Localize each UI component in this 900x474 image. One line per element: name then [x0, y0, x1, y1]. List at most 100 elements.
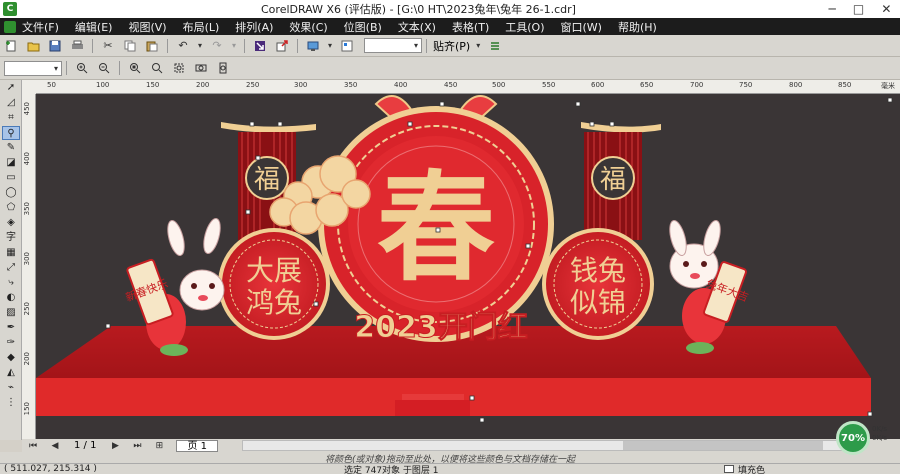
pick-tool-icon[interactable]: ➚	[2, 81, 20, 95]
chevron-down-icon: ▾	[53, 63, 58, 73]
network-speed: 0K/s 0K/s	[872, 425, 887, 443]
ruler-tick: 350	[344, 81, 358, 89]
menu-effects[interactable]: 效果(C)	[289, 19, 327, 35]
ruler-tick: 100	[96, 81, 110, 89]
undo-dropdown-icon[interactable]: ▾	[196, 38, 204, 54]
text-tool-icon[interactable]: 字	[2, 231, 20, 245]
ruler-tick: 250	[246, 81, 260, 89]
copy-icon[interactable]	[121, 38, 139, 54]
coreldraw-app-icon: C	[3, 2, 17, 16]
horizontal-scrollbar[interactable]	[242, 440, 842, 451]
blend-tool-icon[interactable]: ◐	[2, 291, 20, 305]
zoom-to-all-objects-icon[interactable]	[148, 60, 166, 76]
new-document-icon[interactable]	[2, 38, 20, 54]
transparency-tool-icon[interactable]: ▨	[2, 306, 20, 320]
menu-bitmaps[interactable]: 位图(B)	[344, 19, 382, 35]
minimize-button[interactable]: ─	[829, 2, 836, 16]
ruler-tick: 200	[196, 81, 210, 89]
snap-to-button[interactable]: 贴齐(P)	[433, 38, 470, 54]
cut-icon[interactable]: ✂	[99, 38, 117, 54]
basic-shapes-tool-icon[interactable]: ◈	[2, 216, 20, 230]
menu-table[interactable]: 表格(T)	[452, 19, 489, 35]
ruler-corner[interactable]	[22, 80, 36, 94]
fill-tool-icon[interactable]: ◆	[2, 351, 20, 365]
vertical-ruler[interactable]: 450 400 350 300 250 200 150	[22, 94, 36, 439]
page-tab-1[interactable]: 页 1	[176, 439, 218, 452]
zoom-tool-icon[interactable]: ⚲	[2, 126, 20, 140]
maximize-button[interactable]: □	[853, 2, 864, 16]
toolbar-separator	[244, 38, 245, 53]
shape-tool-icon[interactable]: ◿	[2, 96, 20, 110]
print-icon[interactable]	[68, 38, 86, 54]
menu-file[interactable]: 文件(F)	[22, 19, 59, 35]
options-icon[interactable]	[486, 38, 504, 54]
application-launcher-icon[interactable]	[304, 38, 322, 54]
rectangle-tool-icon[interactable]: ▭	[2, 171, 20, 185]
left-circle-text-line2: 鸿兔	[246, 286, 302, 319]
ruler-tick: 250	[23, 302, 31, 316]
menu-window[interactable]: 窗口(W)	[561, 19, 602, 35]
welcome-screen-icon[interactable]	[338, 38, 356, 54]
menu-tools[interactable]: 工具(O)	[505, 19, 544, 35]
main-spring-char: 春	[377, 158, 495, 297]
open-folder-icon[interactable]	[24, 38, 42, 54]
ruler-tick: 150	[23, 402, 31, 416]
toolbar-separator	[92, 38, 93, 53]
ruler-tick: 300	[294, 81, 308, 89]
drawing-canvas[interactable]: 福 福 春 大展 鸿兔 钱兔 似锦 2023开门红 新春快乐 兔年大吉	[36, 94, 900, 439]
ruler-tick: 150	[146, 81, 160, 89]
ruler-tick: 400	[394, 81, 408, 89]
menu-edit[interactable]: 编辑(E)	[75, 19, 113, 35]
standard-toolbar: ✂ ↶ ▾ ↷ ▾ ▾ ▾ 贴齐(P) ▾	[0, 35, 900, 57]
units-select[interactable]: ▾	[4, 60, 62, 76]
zoom-to-page-height-icon[interactable]	[214, 60, 232, 76]
snap-dropdown-icon[interactable]: ▾	[474, 38, 482, 54]
crop-tool-icon[interactable]: ⌗	[2, 111, 20, 125]
toolbar-separator	[119, 61, 120, 75]
horizontal-ruler[interactable]: 50 100 150 200 250 300 350 400 450 500 5…	[36, 80, 900, 94]
zoom-in-icon[interactable]	[73, 60, 91, 76]
export-icon[interactable]	[273, 38, 291, 54]
import-icon[interactable]	[251, 38, 269, 54]
polygon-tool-icon[interactable]: ⬠	[2, 201, 20, 215]
menu-layout[interactable]: 布局(L)	[183, 19, 220, 35]
menu-text[interactable]: 文本(X)	[398, 19, 436, 35]
save-icon[interactable]	[46, 38, 64, 54]
artwork-drawing[interactable]: 福 福 春 大展 鸿兔 钱兔 似锦 2023开门红 新春快乐 兔年大吉	[36, 94, 900, 439]
redo-icon[interactable]: ↷	[208, 38, 226, 54]
zoom-badge: 70%	[836, 421, 870, 455]
right-circle-text-line2: 似锦	[570, 286, 626, 319]
connector-tool-icon[interactable]: ⤷	[2, 276, 20, 290]
document-menu-icon[interactable]	[4, 20, 16, 33]
horizontal-scrollbar-thumb[interactable]	[623, 441, 823, 450]
menu-help[interactable]: 帮助(H)	[618, 19, 657, 35]
close-button[interactable]: ✕	[881, 2, 891, 16]
zoom-to-selected-icon[interactable]	[126, 60, 144, 76]
zoom-to-page-width-icon[interactable]	[192, 60, 210, 76]
left-circle-text-line1: 大展	[246, 254, 302, 287]
undo-icon[interactable]: ↶	[174, 38, 192, 54]
interactive-fill-tool-icon[interactable]: ◭	[2, 366, 20, 380]
outline-pen-tool-icon[interactable]: ✑	[2, 336, 20, 350]
menu-view[interactable]: 视图(V)	[128, 19, 166, 35]
zoom-out-icon[interactable]	[95, 60, 113, 76]
dimension-tool-icon[interactable]: ⤢	[2, 261, 20, 275]
more-tools-icon[interactable]: ⋮	[2, 396, 20, 410]
launcher-dropdown-icon[interactable]: ▾	[326, 38, 334, 54]
table-tool-icon[interactable]: ▦	[2, 246, 20, 260]
ruler-tick: 300	[23, 252, 31, 266]
toolbar-separator	[426, 38, 427, 53]
right-fu-char: 福	[600, 165, 626, 195]
zoom-to-page-icon[interactable]	[170, 60, 188, 76]
redo-dropdown-icon[interactable]: ▾	[230, 38, 238, 54]
paste-icon[interactable]	[143, 38, 161, 54]
smart-fill-tool-icon[interactable]: ◪	[2, 156, 20, 170]
freehand-tool-icon[interactable]: ✎	[2, 141, 20, 155]
ruler-tick: 400	[23, 152, 31, 166]
smart-drawing-tool-icon[interactable]: ⌁	[2, 381, 20, 395]
menu-arrange[interactable]: 排列(A)	[235, 19, 273, 35]
ellipse-tool-icon[interactable]: ◯	[2, 186, 20, 200]
window-controls: ─ □ ✕	[820, 2, 900, 16]
zoom-level-select[interactable]: ▾	[364, 38, 422, 53]
eyedropper-tool-icon[interactable]: ✒	[2, 321, 20, 335]
